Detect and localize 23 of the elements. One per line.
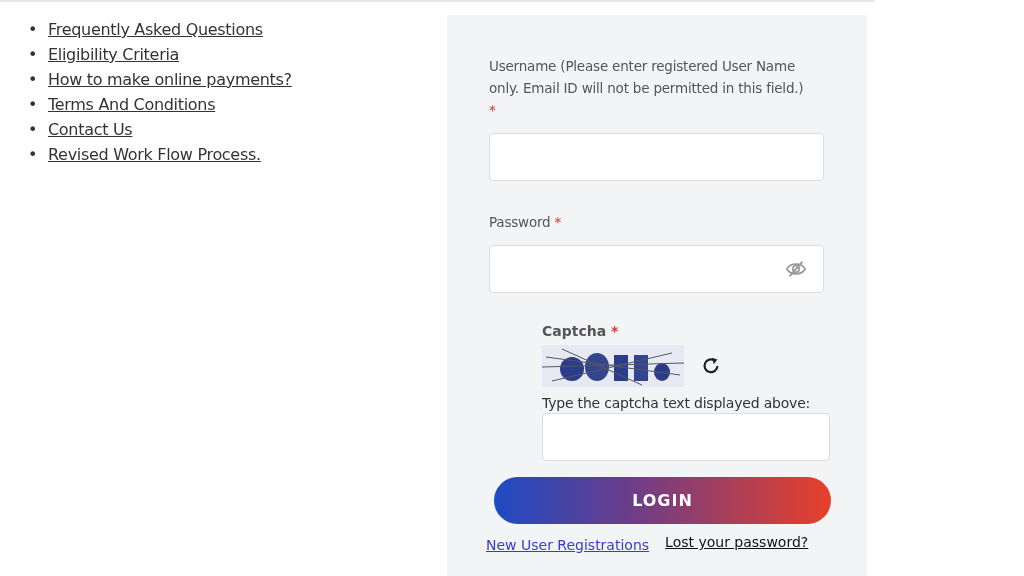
registration-link[interactable]: New User Registrations — [486, 537, 650, 553]
password-field[interactable] — [489, 245, 824, 293]
info-link[interactable]: Eligibility Criteria — [48, 45, 180, 64]
lost-password-link[interactable]: Lost your password? — [665, 534, 809, 550]
bullet: • — [28, 144, 39, 166]
bullet: • — [28, 19, 39, 41]
login-button[interactable]: LOGIN — [494, 477, 831, 524]
captcha-field[interactable] — [542, 413, 830, 461]
info-link[interactable]: Terms And Conditions — [48, 95, 216, 114]
password-label: Password * — [489, 213, 563, 232]
captcha-prompt: Type the captcha text displayed above: — [542, 395, 812, 411]
bullet: • — [28, 69, 39, 91]
info-link[interactable]: Revised Work Flow Process. — [48, 145, 261, 164]
username-field[interactable] — [489, 133, 824, 181]
info-link[interactable]: Frequently Asked Questions — [48, 20, 263, 39]
bullet: • — [28, 44, 39, 66]
info-link[interactable]: Contact Us — [48, 120, 133, 139]
info-link[interactable]: How to make online payments? — [48, 70, 292, 89]
username-label: Username (Please enter registered User Name only. Email ID will not be permitted in this field.) * — [489, 57, 804, 120]
eye-slash-icon[interactable] — [785, 258, 807, 280]
bullet: • — [28, 119, 39, 141]
bullet: • — [28, 94, 39, 116]
captcha-label: Captcha * — [542, 323, 620, 339]
